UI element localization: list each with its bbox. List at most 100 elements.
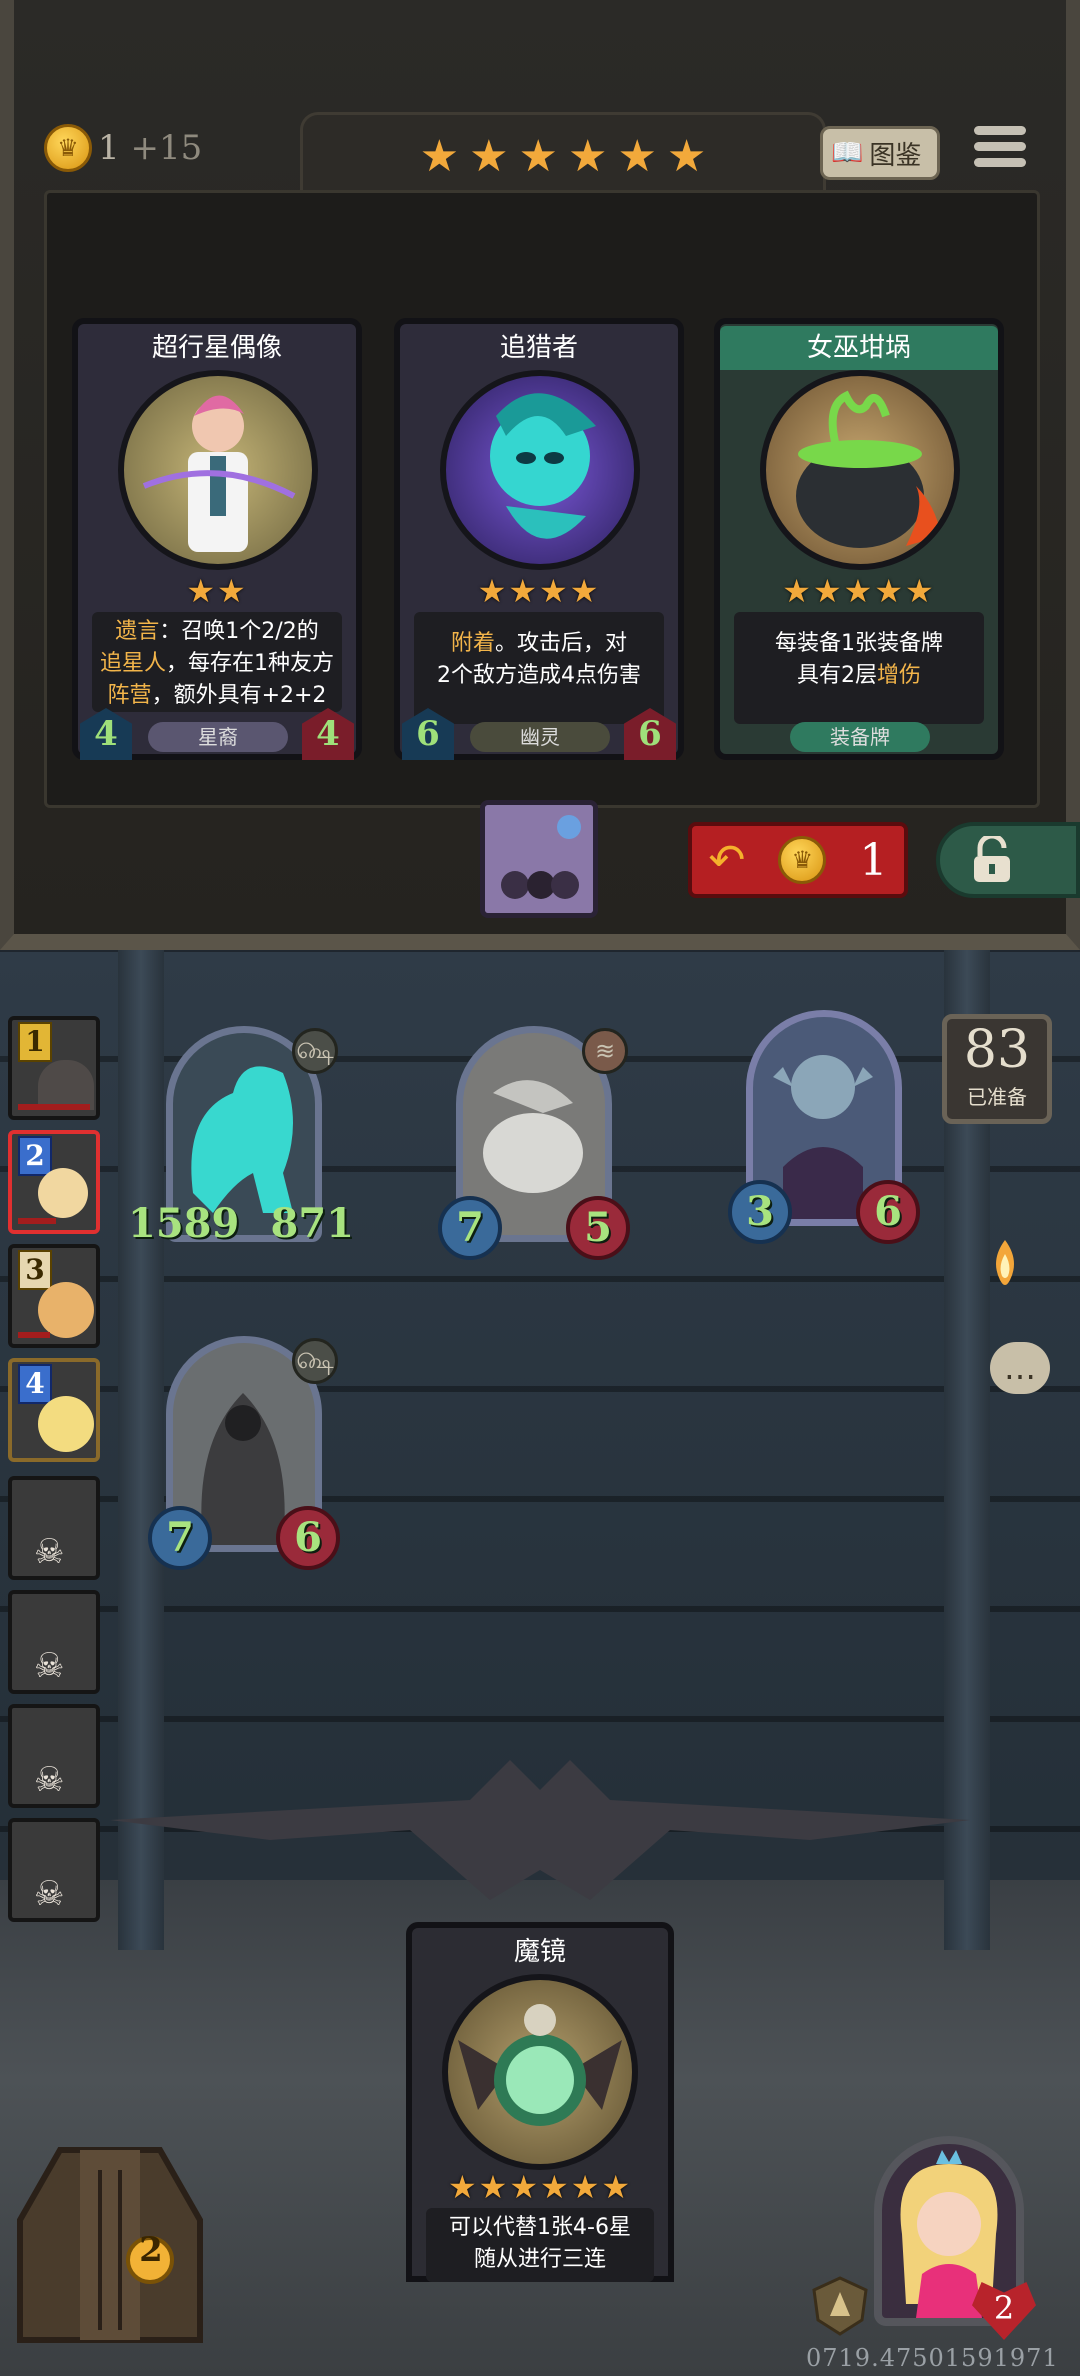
desc-line: 每装备1张装备牌 [775, 631, 943, 656]
card-stars: ★★ [186, 572, 248, 610]
refresh-cost: 1 [859, 834, 888, 886]
card-description: 可以代替1张4-6星 随从进行三连 [426, 2208, 654, 2282]
minion-attack: 7 [148, 1506, 212, 1570]
desc-line: 附着。攻击后，对 [450, 631, 628, 656]
ready-label: 已准备 [967, 1085, 1027, 1109]
refresh-icon: ↶ [708, 834, 746, 886]
lock-icon [974, 836, 1010, 882]
book-icon: 📖 [831, 138, 864, 168]
card-stars: ★★★★★★ [447, 2168, 633, 2206]
card-health: 4 [302, 708, 354, 760]
menu-button[interactable] [974, 126, 1026, 176]
health-bar [18, 1104, 90, 1110]
player-hero[interactable]: 2 [866, 2116, 1036, 2340]
desc-line: 遗言：召唤1个2/2的 [115, 619, 319, 644]
shop-card-0[interactable]: 超行星偶像 ★★ 遗言：召唤1个2/2的 追星人，每存在1种友方 阵营，额外具有… [72, 318, 362, 760]
gold-income: +15 [130, 128, 203, 168]
card-description: 每装备1张装备牌 具有2层增伤 [734, 612, 984, 724]
shield-icon [812, 2276, 868, 2336]
minion-health: 5 [566, 1196, 630, 1260]
hand-card[interactable]: 魔镜 ★★★★★★ 可以代替1张4-6星 随从进行三连 [406, 1922, 674, 2282]
health-bar [18, 1218, 56, 1224]
hero-power-icon [485, 805, 593, 913]
player-avatar [38, 1282, 94, 1338]
shop-card-2[interactable]: 女巫坩埚 ★★★★★ 每装备1张装备牌 具有2层增伤 装备牌 [714, 318, 1004, 760]
minion-health: 6 [276, 1506, 340, 1570]
tavern-tier-stars: ★ ★ ★ ★ ★ ★ [303, 135, 823, 179]
roster-slot-2[interactable]: 2 [8, 1130, 100, 1234]
hero-power-button[interactable] [480, 800, 598, 918]
rank-badge: 1 [18, 1022, 52, 1062]
rank-badge: 3 [18, 1250, 52, 1290]
card-art [442, 1974, 638, 2170]
desc-line: 具有2层增伤 [796, 663, 921, 688]
beast-tribe-icon: ≋ [582, 1028, 628, 1074]
shop-card-1[interactable]: 追猎者 ★★★★ 附着。攻击后，对 2个敌方造成4点伤害 幽灵 6 6 [394, 318, 684, 760]
torch-icon [996, 1240, 1014, 1285]
gold-counter: ♛ 1 +15 [44, 124, 202, 172]
rank-badge: 2 [18, 1136, 52, 1176]
codex-button[interactable]: 📖 图鉴 [820, 126, 940, 180]
bat-ornament [110, 1760, 970, 1900]
ghost-tribe-icon: ௸ [292, 1338, 338, 1384]
player-avatar [38, 1168, 88, 1218]
desc-line: 2个敌方造成4点伤害 [437, 663, 641, 688]
player-avatar [38, 1060, 94, 1110]
ready-count: 83 [963, 1020, 1031, 1080]
tier-star-icon: ★ [666, 131, 707, 182]
coordinates-readout: 0719.47501591971 [806, 2344, 1059, 2372]
tier-star-icon: ★ [617, 131, 657, 182]
card-stars: ★★★★★ [782, 572, 936, 610]
chest-count: 2 [139, 2230, 163, 2270]
minion-health: 871 [270, 1200, 355, 1247]
roster-slot-5[interactable]: ☠ [8, 1476, 100, 1580]
roster-slot-1[interactable]: 1 [8, 1016, 100, 1120]
minion-attack: 3 [728, 1180, 792, 1244]
minion-attack: 7 [438, 1196, 502, 1260]
skull-icon: ☠ [34, 1532, 65, 1572]
tier-star-icon: ★ [568, 131, 608, 182]
card-art [118, 370, 318, 570]
player-avatar [38, 1396, 94, 1452]
board-minion-3[interactable]: 3 6 [728, 1010, 920, 1244]
roster-slot-3[interactable]: 3 [8, 1244, 100, 1348]
roster-slot-8[interactable]: ☠ [8, 1818, 100, 1922]
skull-icon: ☠ [34, 1646, 65, 1686]
coin-icon: ♛ [778, 836, 827, 884]
card-name: 魔镜 [513, 1937, 566, 1967]
desc-line: 追星人，每存在1种友方 [99, 651, 334, 676]
board-minion-4[interactable]: ௸ 7 6 [148, 1336, 340, 1570]
roster-slot-4[interactable]: 4 [8, 1358, 100, 1462]
freeze-button[interactable] [936, 822, 1080, 898]
card-stars: ★★★★ [477, 572, 601, 610]
card-name: 超行星偶像 [151, 333, 282, 363]
roster-slot-7[interactable]: ☠ [8, 1704, 100, 1808]
tier-star-icon: ★ [469, 131, 509, 182]
refresh-button[interactable]: ↶ ♛ 1 [688, 822, 908, 898]
card-description: 附着。攻击后，对 2个敌方造成4点伤害 [414, 612, 664, 724]
ready-counter: 83 已准备 [942, 1014, 1052, 1124]
desc-line: 随从进行三连 [473, 2247, 606, 2272]
board-minion-1[interactable]: ௸ 1589 871 [128, 1026, 354, 1254]
minion-health: 6 [856, 1180, 920, 1244]
card-name: 追猎者 [499, 333, 578, 363]
tier-star-icon: ★ [518, 131, 558, 182]
skull-icon: ☠ [34, 1760, 65, 1800]
skull-icon: ☠ [34, 1874, 65, 1914]
board-minion-2[interactable]: ≋ 7 5 [438, 1026, 630, 1260]
card-description: 遗言：召唤1个2/2的 追星人，每存在1种友方 阵营，额外具有+2+2 [92, 612, 342, 712]
desc-line: 阵营，额外具有+2+2 [107, 683, 327, 708]
card-tribe: 幽灵 [470, 722, 610, 752]
roster-slot-6[interactable]: ☠ [8, 1590, 100, 1694]
card-art [760, 370, 960, 570]
gold-value: 1 [98, 128, 120, 168]
chat-icon: … [1004, 1349, 1036, 1387]
desc-line: 可以代替1张4-6星 [449, 2215, 631, 2240]
rank-badge: 4 [18, 1364, 52, 1404]
codex-label: 图鉴 [869, 140, 922, 171]
card-art [440, 370, 640, 570]
ghost-tribe-icon: ௸ [292, 1028, 338, 1074]
treasure-chest[interactable] [10, 2130, 210, 2350]
card-attack: 4 [80, 708, 132, 760]
chat-button[interactable]: … [990, 1342, 1050, 1394]
